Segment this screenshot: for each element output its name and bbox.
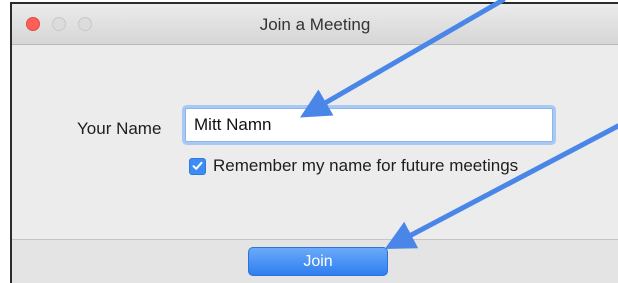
window-title: Join a Meeting bbox=[259, 15, 371, 34]
remember-name-option[interactable]: Remember my name for future meetings bbox=[189, 155, 518, 177]
join-button[interactable]: Join bbox=[248, 247, 388, 276]
your-name-input[interactable] bbox=[185, 108, 553, 142]
remember-name-checkbox[interactable] bbox=[189, 157, 206, 175]
dialog-footer: Join bbox=[12, 239, 618, 283]
your-name-label: Your Name bbox=[77, 119, 162, 138]
dialog-content: Your Name Remember my name for future me… bbox=[12, 45, 618, 239]
join-meeting-dialog: Join a Meeting Your Name Remember my nam… bbox=[10, 2, 618, 283]
remember-name-label: Remember my name for future meetings bbox=[213, 156, 519, 175]
screenshot-stage: Join a Meeting Your Name Remember my nam… bbox=[0, 0, 618, 283]
title-bar: Join a Meeting bbox=[12, 4, 618, 45]
checkmark-icon bbox=[192, 161, 203, 170]
